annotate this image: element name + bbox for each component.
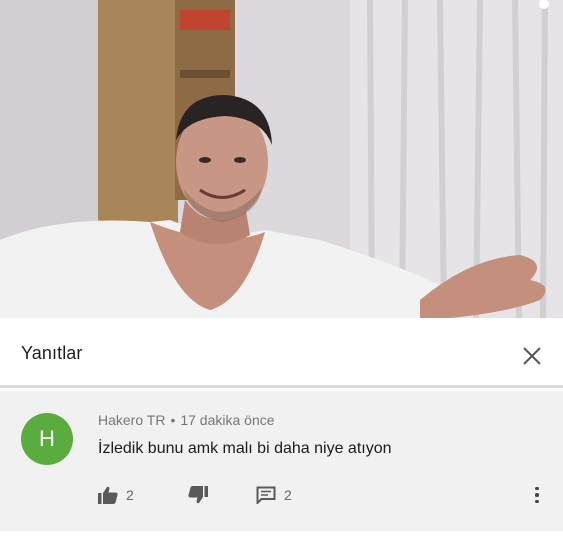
comment-author[interactable]: Hakero TR (98, 412, 165, 428)
like-button[interactable]: 2 (98, 484, 134, 506)
dislike-button[interactable] (188, 484, 208, 506)
like-count: 2 (126, 487, 134, 503)
comment-time: 17 dakika önce (180, 412, 275, 428)
close-button[interactable] (516, 340, 548, 372)
comment-meta: Hakero TR • 17 dakika önce (98, 412, 275, 428)
video-player[interactable] (0, 0, 563, 318)
more-dot (535, 499, 539, 504)
comment-actions: 2 2 (98, 484, 539, 506)
reply-count: 2 (284, 487, 292, 503)
more-vert-icon[interactable] (530, 483, 544, 507)
thumbs-up-icon (98, 486, 118, 504)
meta-separator: • (170, 412, 176, 428)
reply-comment: H Hakero TR • 17 dakika önce İzledik bunu … (0, 391, 563, 531)
more-dot (535, 486, 539, 491)
bottom-strip (0, 531, 563, 544)
replies-header: Yanıtlar (0, 318, 563, 388)
more-dot (535, 493, 539, 497)
video-frame-image (0, 0, 563, 318)
thumbs-down-icon (188, 486, 208, 504)
replies-title: Yanıtlar (21, 343, 83, 363)
comment-text: İzledik bunu amk malı bi daha niye atıyo… (98, 440, 392, 457)
screen: Yanıtlar H Hakero TR • 17 dakika önce İzle… (0, 0, 563, 544)
close-icon (523, 347, 541, 365)
comment-icon (256, 486, 276, 504)
avatar-letter: H (39, 426, 55, 451)
avatar[interactable]: H (21, 413, 73, 465)
reply-button[interactable]: 2 (256, 484, 292, 506)
